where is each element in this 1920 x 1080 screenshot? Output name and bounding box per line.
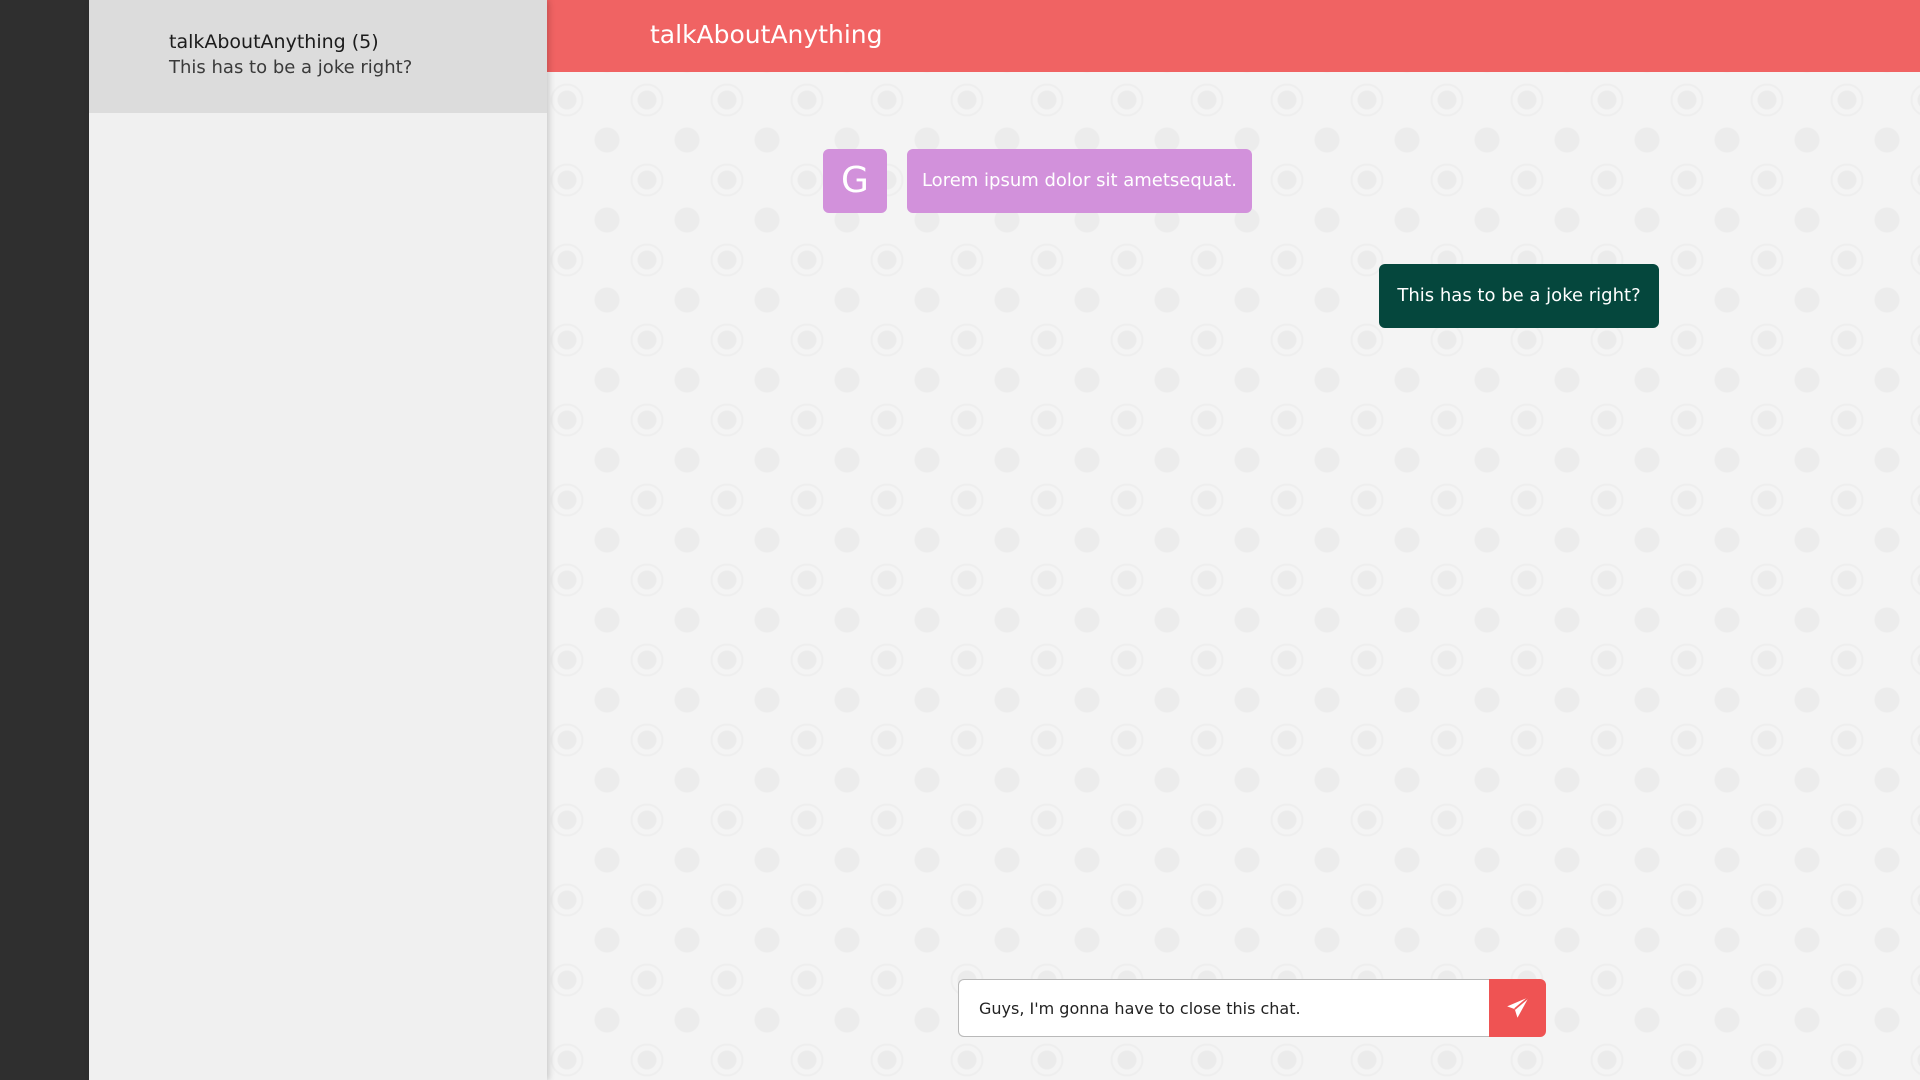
outgoing-message-bubble: This has to be a joke right? <box>1379 264 1659 328</box>
send-button[interactable] <box>1489 979 1546 1037</box>
message-input[interactable] <box>958 979 1489 1037</box>
left-rail <box>0 0 89 1080</box>
chat-list-preview: This has to be a joke right? <box>169 57 413 78</box>
chat-list-item[interactable]: talkAboutAnything (5) This has to be a j… <box>89 0 547 113</box>
chat-list-title: talkAboutAnything (5) <box>169 31 379 53</box>
message-composer <box>958 979 1546 1037</box>
chat-main: talkAboutAnything G Lorem ipsum dolor si… <box>547 0 1920 1080</box>
chat-title: talkAboutAnything <box>650 20 883 49</box>
chat-sidebar: talkAboutAnything (5) This has to be a j… <box>89 0 547 1080</box>
chat-app: talkAboutAnything (5) This has to be a j… <box>0 0 1920 1080</box>
paper-plane-icon <box>1506 996 1529 1018</box>
incoming-message-bubble: Lorem ipsum dolor sit ametsequat. <box>907 149 1252 213</box>
chat-header: talkAboutAnything <box>547 0 1920 72</box>
sender-avatar: G <box>823 149 887 213</box>
